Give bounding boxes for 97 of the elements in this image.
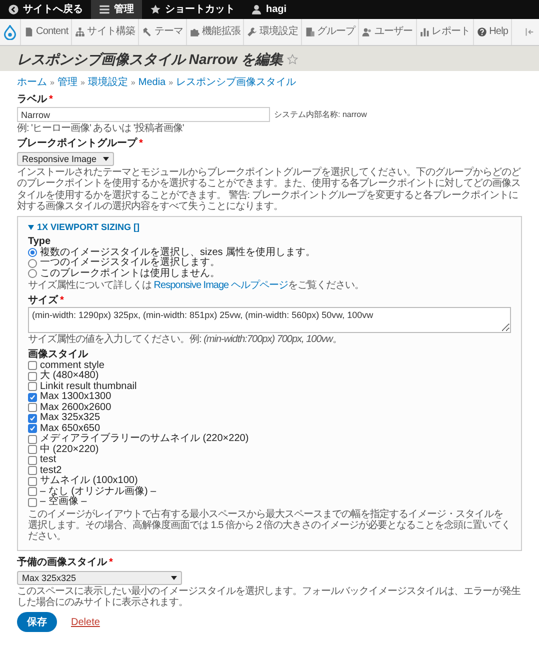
checkbox-option[interactable]: Max 2600x2600 (28, 402, 511, 414)
field-description: サイズ属性の値を入力してください。例: (min-width:700px) 700px, 100vw。 (28, 334, 344, 346)
puzzle-icon (190, 27, 200, 37)
checkbox-option[interactable]: test2 (28, 466, 511, 476)
sizes-textarea[interactable]: (min-width: 1290px) 325px, (min-width: 851px) 25vw, (min-width: 560px) 50vw, 100vw (28, 306, 511, 333)
fieldset-toggle[interactable]: 1X VIEWPORT SIZING [] (28, 222, 511, 232)
field-label: ラベル (17, 94, 47, 106)
hammer-icon (142, 27, 152, 37)
fallback-style-select[interactable]: Max 325x325 (17, 570, 182, 585)
document-icon (24, 27, 34, 37)
checkbox[interactable] (28, 403, 37, 412)
checkbox-option[interactable]: Max 325x325 (28, 413, 511, 424)
checkbox[interactable] (28, 372, 37, 381)
checkbox[interactable] (28, 466, 37, 476)
field-description: 例: 'ヒーロー画像' あるいは '投稿者画像' (17, 123, 185, 134)
checkbox[interactable] (28, 445, 37, 454)
checkbox-option[interactable]: – なし (オリジナル画像) – (28, 486, 511, 498)
collapse-icon[interactable] (525, 27, 535, 37)
checkbox-option[interactable]: test (28, 455, 511, 466)
radio-option[interactable]: このブレークポイントは使用しません。 (28, 268, 511, 280)
admin-menu-item[interactable]: Content (20, 19, 72, 45)
checkbox-option[interactable]: 大 (480×480) (28, 371, 511, 382)
checkbox-option[interactable]: Linkit result thumbnail (28, 382, 511, 392)
user-icon (251, 4, 262, 15)
machine-name: システム内部名称: narrow (274, 110, 367, 120)
drop-logo[interactable] (4, 24, 16, 40)
admin-menu-item[interactable]: テーマ (138, 19, 186, 45)
required-mark: * (139, 138, 143, 150)
field-description: インストールされたテーマとモジュールからブレークポイントグループを選択してください。下のグループからどのどのブレークポイントを使用するかを選択することができます。また、使用する各ブレークポイントに対してどの画像スタイルを使用するかを選択することができます。 警告: ブレークポイントグループを変更すると各ブレークポイントに対する画像スタイルの選択内容をすべて失うことになります。 (17, 167, 522, 212)
radio-option[interactable]: 複数のイメージスタイルを選択し、sizes 属性を使用します。 (28, 248, 511, 258)
breadcrumb-link[interactable]: 管理 (57, 77, 78, 89)
label-input[interactable]: Narrow (17, 107, 270, 122)
toolbar-tab[interactable]: hagi (243, 0, 295, 19)
field-label: ブレークポイントグループ (17, 138, 137, 150)
checkbox[interactable] (28, 361, 37, 370)
field-label: Type (28, 236, 51, 248)
admin-menu-item[interactable]: 機能拡張 (186, 19, 244, 45)
admin-menu-item[interactable]: レポート (416, 19, 474, 45)
help-link[interactable]: Responsive Image ヘルプページ (154, 280, 288, 292)
checkbox-option[interactable]: メディアライブラリーのサムネイル (220×220) (28, 434, 511, 445)
checkbox-option[interactable]: Max 650x650 (28, 424, 511, 434)
breadcrumb-link[interactable]: ホーム (17, 77, 47, 89)
breadcrumb-separator: » (130, 78, 136, 88)
breadcrumb-link[interactable]: Media (138, 77, 166, 89)
help-text: サイズ属性について詳しくは Responsive Image ヘルプページをご覧ください。 (28, 280, 365, 292)
radio-button[interactable] (28, 248, 37, 258)
sitemap-icon (75, 27, 86, 37)
radio-button[interactable] (28, 258, 37, 268)
checkbox[interactable] (28, 434, 37, 444)
checkbox-option[interactable]: サムネイル (100x100) (28, 476, 511, 487)
field-description: このイメージがレイアウトで占有する最小スペースから最大スペースまでの幅を指定するイメージ・スタイルを選択します。その場合、高解像度画面では 1.5 倍から 2 倍の大きさのイメージが必要となることを念頭に置いてください。 (28, 508, 511, 542)
save-button[interactable]: 保存 (17, 612, 57, 632)
breadcrumb-link[interactable]: 環境設定 (88, 77, 128, 89)
field-description: このスペースに表示したい最小のイメージスタイルを選択します。フォールバックイメージスタイルは、エラーが発生した場合にのみサイトに表示されます。 (17, 586, 522, 608)
required-mark: * (109, 557, 113, 569)
radio-button[interactable] (28, 269, 37, 278)
checkbox[interactable] (28, 382, 37, 392)
checkbox[interactable] (28, 414, 37, 423)
admin-menu-item[interactable]: グループ (300, 19, 358, 45)
toolbar-tab[interactable]: サイトへ戻る (0, 0, 91, 19)
menu-icon (99, 4, 110, 15)
bar-chart-icon (420, 27, 430, 37)
breadcrumb-separator: » (168, 78, 174, 88)
help-icon (477, 27, 488, 37)
checkbox[interactable] (28, 498, 37, 507)
field-label: サイズ (28, 295, 58, 307)
admin-menu-item[interactable]: サイト構築 (71, 19, 138, 45)
checkbox[interactable] (28, 476, 37, 486)
toolbar-tab[interactable]: ショートカット (142, 0, 243, 19)
admin-menu-item[interactable]: 環境設定 (243, 19, 301, 45)
checkbox[interactable] (28, 392, 37, 402)
breakpoint-group-select[interactable]: Responsive Image (17, 152, 114, 166)
required-mark: * (60, 295, 64, 307)
field-label: 画像スタイル (28, 349, 90, 360)
admin-menu-item[interactable]: ユーザー (358, 19, 416, 45)
wrench-icon (247, 27, 258, 37)
breadcrumb-separator: » (50, 78, 54, 88)
checkbox-option[interactable]: – 空画像 – (28, 497, 511, 508)
checkbox-option[interactable]: Max 1300x1300 (28, 392, 511, 403)
checkbox-option[interactable]: comment style (28, 360, 511, 372)
star-icon (150, 4, 161, 15)
people-icon (362, 27, 372, 37)
breadcrumb-link[interactable]: レスポンシブ画像スタイル (176, 77, 296, 89)
building-icon (304, 27, 315, 37)
shortcut-star-icon[interactable] (287, 54, 298, 65)
breadcrumb-separator: » (80, 78, 85, 88)
checkbox[interactable] (28, 456, 37, 465)
checkbox[interactable] (28, 424, 37, 434)
delete-link[interactable]: Delete (71, 616, 100, 628)
required-mark: * (49, 94, 53, 106)
admin-menu-item[interactable]: Help (473, 19, 512, 45)
checkbox-option[interactable]: 中 (220×220) (28, 444, 511, 456)
field-label: 予備の画像スタイル (17, 557, 107, 569)
radio-option[interactable]: 一つのイメージスタイルを選択します。 (28, 258, 511, 269)
checkbox[interactable] (28, 487, 37, 496)
page-title: レスポンシブ画像スタイル Narrow を編集 (17, 51, 284, 68)
toolbar-tab[interactable]: 管理 (91, 0, 142, 19)
